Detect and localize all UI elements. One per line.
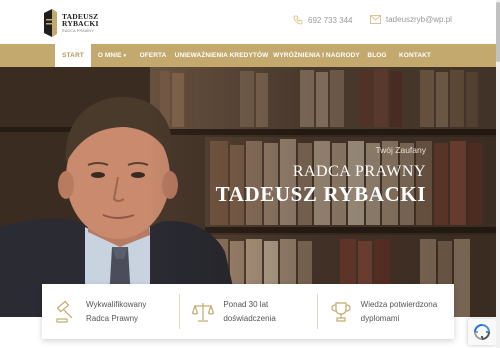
recaptcha-badge[interactable] [468, 319, 496, 345]
feature-line1: Wykwalifikowany [86, 299, 147, 309]
logo-subtitle: RADCA PRAWNY [62, 28, 94, 33]
feature-item: Ponad 30 lat doświadczenia [179, 284, 316, 339]
mail-icon [370, 15, 381, 24]
feature-line2: Radca Prawny [86, 313, 139, 323]
chevron-down-icon: ▾ [123, 53, 127, 59]
email-address: tadeuszryb@wp.pl [386, 15, 452, 24]
hero-title-line1: RADCA PRAWNY [292, 163, 426, 180]
feature-line2: dyplomami [360, 313, 400, 323]
hero-text: Twój Zaufany RADCA PRAWNY TADEUSZ RYBACK… [216, 145, 426, 207]
nav-label: WYRÓŻNIENIA I NAGRODY [273, 52, 360, 59]
feature-item: Wiedza potwierdzona dyplomami [316, 284, 454, 339]
trophy-icon [331, 301, 351, 322]
feature-text: Wykwalifikowany Radca Prawny [86, 298, 146, 325]
features-strip: Wykwalifikowany Radca Prawny Ponad 30 la… [42, 284, 454, 339]
nav-item-start[interactable]: START [55, 44, 91, 67]
nav-label: UNIEWAŻNIENIA KREDYTÓW [174, 52, 269, 59]
email-contact[interactable]: tadeuszryb@wp.pl [370, 15, 452, 24]
scrollbar-thumb[interactable] [496, 2, 500, 62]
hero-title-line2: TADEUSZ RYBACKI [215, 182, 426, 206]
main-nav: START O MNIE ▾ OFERTA UNIEWAŻNIENIA KREDY… [0, 44, 500, 67]
nav-item-oferta[interactable]: OFERTA [133, 44, 173, 67]
nav-item-kontakt[interactable]: KONTAKT [391, 44, 439, 67]
nav-item-wyroznienia[interactable]: WYRÓŻNIENIA I NAGRODY [270, 44, 363, 67]
hero-banner: Twój Zaufany RADCA PRAWNY TADEUSZ RYBACK… [0, 67, 496, 317]
feature-text: Wiedza potwierdzona dyplomami [361, 298, 437, 325]
phone-contact[interactable]: 692 733 344 [293, 15, 353, 25]
phone-icon [293, 15, 303, 25]
scales-icon [192, 302, 215, 322]
nav-label: OFERTA [139, 52, 167, 59]
nav-label: BLOG [367, 52, 387, 59]
nav-item-o-mnie[interactable]: O MNIE ▾ [91, 44, 133, 67]
logo-text: TADEUSZ RYBACKI RADCA PRAWNY [62, 13, 99, 34]
nav-label: START [62, 52, 84, 59]
feature-line1: Ponad 30 lat [223, 299, 269, 309]
feature-line1: Wiedza potwierdzona [360, 299, 438, 309]
page-scrollbar[interactable] [496, 0, 500, 348]
logo-mark-icon [44, 9, 57, 37]
nav-label: KONTAKT [399, 52, 431, 59]
logo[interactable]: TADEUSZ RYBACKI RADCA PRAWNY [42, 6, 112, 40]
site-header: TADEUSZ RYBACKI RADCA PRAWNY 692 733 344… [0, 0, 500, 44]
recaptcha-icon [473, 324, 491, 341]
nav-item-blog[interactable]: BLOG [363, 44, 391, 67]
nav-item-uniewaznienia[interactable]: UNIEWAŻNIENIA KREDYTÓW [173, 44, 270, 67]
feature-text: Ponad 30 lat doświadczenia [223, 298, 275, 325]
feature-item: Wykwalifikowany Radca Prawny [42, 284, 179, 339]
nav-label: O MNIE [97, 52, 122, 59]
feature-line2: doświadczenia [223, 313, 276, 323]
logo-name-line2: RYBACKI [62, 19, 99, 29]
hero-tagline: Twój Zaufany [375, 145, 426, 155]
gavel-icon [56, 300, 73, 323]
phone-number: 692 733 344 [308, 15, 353, 25]
